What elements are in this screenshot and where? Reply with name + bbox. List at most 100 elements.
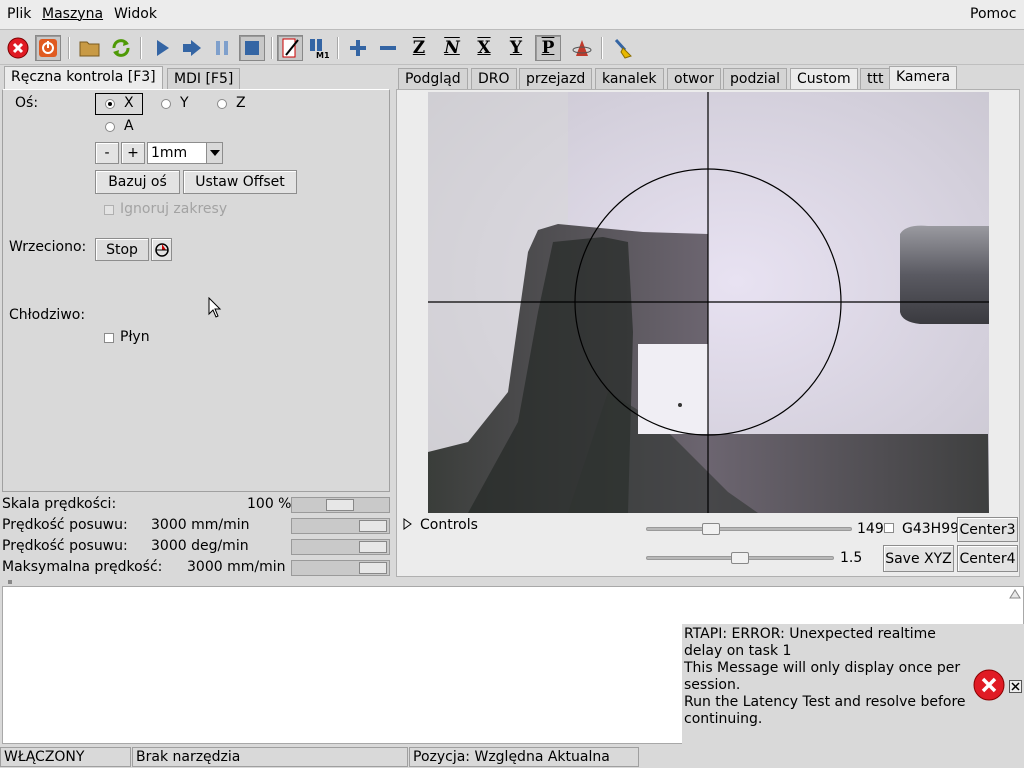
step-icon[interactable] bbox=[179, 35, 205, 61]
tab-manual-control[interactable]: Ręczna kontrola [F3] bbox=[4, 66, 163, 90]
tab-ttt[interactable]: ttt bbox=[860, 68, 891, 90]
camera-view[interactable] bbox=[428, 92, 989, 513]
camera-slider-1-thumb[interactable] bbox=[702, 523, 720, 535]
camera-slider-2-thumb[interactable] bbox=[731, 552, 749, 564]
controls-expander[interactable]: Controls bbox=[420, 517, 478, 533]
override-sliders: Skala prędkości: 100 % Prędkość posuwu: … bbox=[0, 494, 392, 582]
reload-icon[interactable] bbox=[108, 35, 134, 61]
svg-text:M1: M1 bbox=[316, 51, 330, 59]
spindle-label: Wrzeciono: bbox=[9, 239, 87, 255]
tool-status: Brak narzędzia bbox=[132, 747, 408, 767]
jog-minus-button[interactable]: - bbox=[95, 142, 119, 164]
mouse-cursor-icon bbox=[208, 297, 222, 318]
feed-rate-label: Prędkość posuwu: bbox=[2, 517, 128, 533]
zoom-in-icon[interactable] bbox=[345, 35, 371, 61]
axis-y-label[interactable]: Y bbox=[180, 95, 189, 111]
speed-scale-value: 100 % bbox=[247, 496, 292, 512]
clear-plot-icon[interactable] bbox=[610, 35, 636, 61]
speed-scale-slider[interactable] bbox=[291, 497, 390, 513]
position-status: Pozycja: Względna Aktualna bbox=[409, 747, 639, 767]
spindle-brake-icon[interactable] bbox=[151, 238, 172, 261]
error-line: Run the Latency Test and resolve before bbox=[684, 694, 966, 710]
expander-triangle-icon[interactable] bbox=[403, 518, 413, 530]
home-axis-button[interactable]: Bazuj oś bbox=[95, 170, 180, 194]
center3-button[interactable]: Center3 bbox=[957, 517, 1018, 542]
zoom-out-icon[interactable] bbox=[375, 35, 401, 61]
optional-stop-icon[interactable]: M1 bbox=[306, 35, 332, 61]
rotate-view-icon[interactable] bbox=[569, 35, 595, 61]
tab-otwor[interactable]: otwor bbox=[667, 68, 721, 90]
max-velocity-slider[interactable] bbox=[291, 560, 390, 576]
menu-maszyna[interactable]: Maszyna bbox=[42, 6, 103, 22]
camera-slider-1-value: 149 bbox=[857, 521, 884, 537]
stop-icon[interactable] bbox=[239, 35, 265, 61]
feed-rate-slider[interactable] bbox=[291, 518, 390, 534]
menu-pomoc[interactable]: Pomoc bbox=[970, 6, 1016, 22]
angular-feed-slider[interactable] bbox=[291, 539, 390, 555]
block-delete-icon[interactable] bbox=[277, 35, 303, 61]
error-line: RTAPI: ERROR: Unexpected realtime bbox=[684, 626, 936, 642]
center4-button[interactable]: Center4 bbox=[957, 545, 1018, 572]
tab-dro[interactable]: DRO bbox=[471, 68, 517, 90]
coolant-label: Chłodziwo: bbox=[9, 307, 86, 323]
jog-increment-select[interactable]: 1mm bbox=[147, 142, 223, 164]
camera-image bbox=[428, 92, 989, 513]
pane-grip[interactable] bbox=[8, 580, 12, 584]
slider-thumb[interactable] bbox=[359, 562, 387, 574]
tab-przejazd[interactable]: przejazd bbox=[519, 68, 593, 90]
error-line: session. bbox=[684, 677, 741, 693]
axis-a-radio[interactable] bbox=[105, 122, 115, 132]
view-z-icon[interactable]: Z bbox=[406, 35, 432, 61]
tab-custom[interactable]: Custom bbox=[790, 68, 858, 90]
spindle-stop-button[interactable]: Stop bbox=[95, 238, 149, 261]
set-offset-button[interactable]: Ustaw Offset bbox=[183, 170, 297, 194]
menu-bar: Plik Maszyna Widok Pomoc bbox=[0, 0, 1024, 30]
save-xyz-button[interactable]: Save XYZ bbox=[883, 545, 954, 572]
view-x-icon[interactable]: X bbox=[471, 35, 497, 61]
axis-y-radio[interactable] bbox=[161, 99, 171, 109]
axis-z-label[interactable]: Z bbox=[236, 95, 246, 111]
flood-checkbox[interactable] bbox=[104, 333, 114, 343]
scroll-up-arrow-icon[interactable] bbox=[1008, 587, 1022, 601]
g43-checkbox[interactable] bbox=[884, 523, 894, 533]
menu-plik[interactable]: Plik bbox=[7, 6, 31, 22]
g43-label: G43H99 bbox=[902, 521, 960, 537]
jog-plus-button[interactable]: + bbox=[121, 142, 145, 164]
close-icon[interactable] bbox=[1009, 680, 1022, 693]
slider-thumb[interactable] bbox=[359, 541, 387, 553]
view-y-icon[interactable]: Y bbox=[503, 35, 529, 61]
error-line: continuing. bbox=[684, 711, 763, 727]
ignore-limits-label: Ignoruj zakresy bbox=[120, 201, 228, 217]
camera-slider-2-value: 1.5 bbox=[840, 550, 863, 566]
error-message: RTAPI: ERROR: Unexpected realtime delay … bbox=[684, 626, 974, 728]
axis-x-selected-frame bbox=[95, 93, 143, 115]
power-icon[interactable] bbox=[35, 35, 61, 61]
estop-icon[interactable] bbox=[5, 35, 31, 61]
tab-preview[interactable]: Podgląd bbox=[398, 68, 468, 90]
ignore-limits-checkbox[interactable] bbox=[104, 205, 114, 215]
axis-z-radio[interactable] bbox=[217, 99, 227, 109]
flood-label[interactable]: Płyn bbox=[120, 329, 150, 345]
jog-increment-value: 1mm bbox=[151, 145, 188, 161]
tab-kanalek[interactable]: kanalek bbox=[595, 68, 664, 90]
error-icon bbox=[973, 669, 1005, 701]
angular-feed-label: Prędkość posuwu: bbox=[2, 538, 128, 554]
axis-a-label[interactable]: A bbox=[124, 118, 134, 134]
feed-rate-value: 3000 mm/min bbox=[151, 517, 250, 533]
camera-slider-1[interactable] bbox=[646, 527, 852, 531]
chevron-down-icon[interactable] bbox=[206, 143, 222, 163]
axis-x-radio[interactable] bbox=[105, 99, 115, 109]
run-icon[interactable] bbox=[149, 35, 175, 61]
slider-thumb[interactable] bbox=[326, 499, 354, 511]
tab-kamera[interactable]: Kamera bbox=[889, 66, 958, 90]
view-z2-icon[interactable]: N bbox=[439, 35, 465, 61]
view-p-icon[interactable]: P bbox=[535, 35, 561, 61]
manual-control-panel: Oś: X Y Z A - + 1mm Bazuj oś Ustaw Offse… bbox=[2, 89, 390, 492]
slider-thumb[interactable] bbox=[359, 520, 387, 532]
tab-podzial[interactable]: podzial bbox=[723, 68, 788, 90]
tab-mdi[interactable]: MDI [F5] bbox=[167, 68, 241, 90]
open-folder-icon[interactable] bbox=[77, 35, 103, 61]
axis-x-label[interactable]: X bbox=[124, 95, 134, 111]
menu-widok[interactable]: Widok bbox=[114, 6, 157, 22]
pause-icon[interactable] bbox=[209, 35, 235, 61]
